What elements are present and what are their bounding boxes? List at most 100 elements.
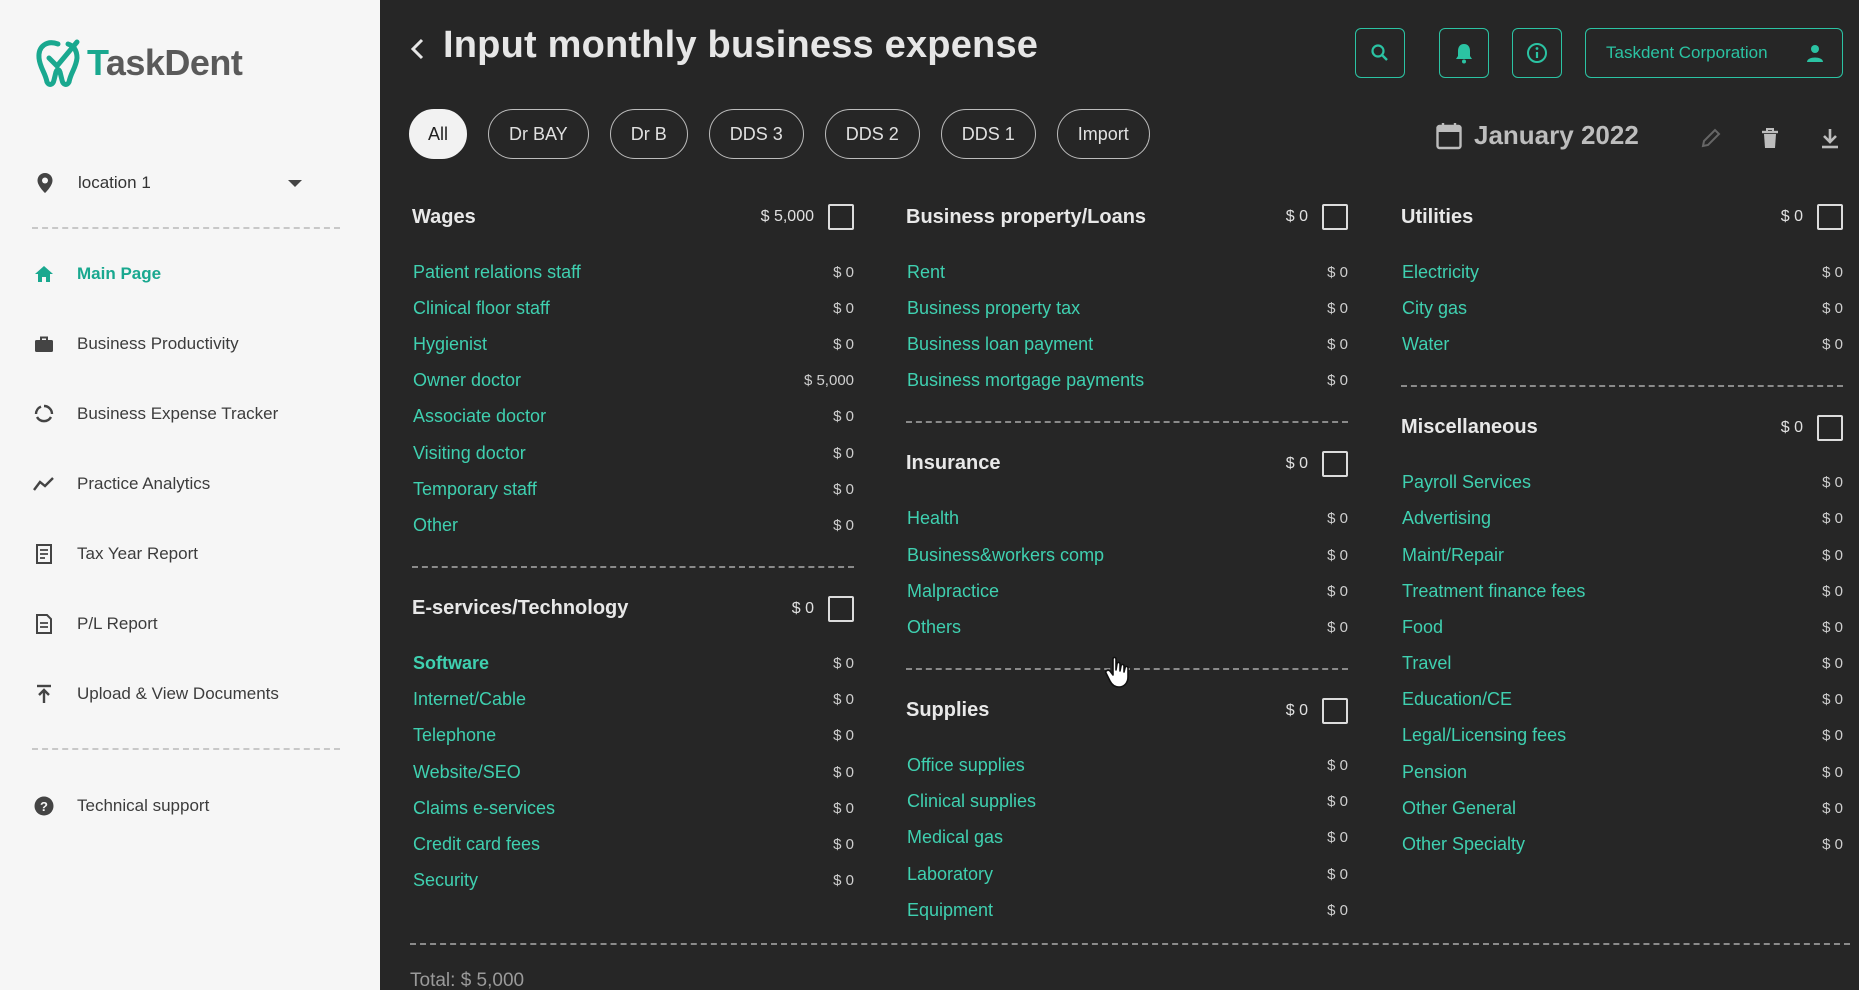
sidebar-item-practice-analytics[interactable]: Practice Analytics (33, 469, 210, 499)
logo-text: TaskDent (87, 42, 243, 84)
expense-row: Security $ 0 (412, 863, 854, 899)
expense-item-link[interactable]: City gas (1402, 298, 1467, 319)
expense-row: Malpractice $ 0 (906, 573, 1348, 609)
expense-item-link[interactable]: Owner doctor (413, 370, 521, 391)
expense-item-link[interactable]: Travel (1402, 653, 1451, 674)
expense-item-link[interactable]: Treatment finance fees (1402, 581, 1585, 602)
sidebar-item-upload-documents[interactable]: Upload & View Documents (33, 679, 279, 709)
expense-item-link[interactable]: Claims e-services (413, 798, 555, 819)
import-button[interactable]: Import (1056, 109, 1150, 159)
sidebar-item-technical-support[interactable]: ? Technical support (33, 791, 209, 821)
expense-item-link[interactable]: Electricity (1402, 262, 1479, 283)
section-checkbox[interactable] (1817, 204, 1843, 230)
sidebar-item-tax-year-report[interactable]: Tax Year Report (33, 539, 198, 569)
expense-value: $ 0 (833, 408, 854, 426)
expense-value: $ 0 (1822, 263, 1843, 281)
expense-item-link[interactable]: Legal/Licensing fees (1402, 725, 1566, 746)
notifications-button[interactable] (1439, 28, 1489, 78)
filter-dds-1[interactable]: DDS 1 (940, 109, 1036, 159)
section-checkbox[interactable] (1322, 204, 1348, 230)
filter-dr-bay[interactable]: Dr BAY (488, 109, 589, 159)
expense-item-link[interactable]: Business&workers comp (907, 545, 1104, 566)
section-checkbox[interactable] (1322, 697, 1348, 724)
expense-item-link[interactable]: Patient relations staff (413, 262, 581, 283)
svg-text:?: ? (40, 799, 48, 814)
expense-item-link[interactable]: Associate doctor (413, 406, 546, 427)
expense-item-link[interactable]: Office supplies (907, 755, 1025, 776)
filter-all[interactable]: All (409, 109, 468, 159)
location-select[interactable]: location 1 (36, 170, 302, 196)
expense-item-link[interactable]: Payroll Services (1402, 472, 1531, 493)
expense-item-link[interactable]: Clinical floor staff (413, 298, 550, 319)
expense-row: Clinical supplies $ 0 (906, 784, 1348, 820)
expense-item-link[interactable]: Others (907, 617, 961, 638)
delete-button[interactable] (1756, 124, 1784, 152)
expense-item-link[interactable]: Health (907, 508, 959, 529)
taskdent-logo[interactable]: TaskDent (33, 38, 243, 88)
section-title: Supplies (906, 699, 990, 721)
download-button[interactable] (1816, 124, 1844, 152)
section-title: E-services/Technology (412, 597, 629, 619)
edit-button[interactable] (1697, 124, 1725, 152)
expense-item-link[interactable]: Laboratory (907, 864, 993, 885)
expense-item-link[interactable]: Visiting doctor (413, 443, 526, 464)
expense-row: Maint/Repair $ 0 (1401, 537, 1843, 573)
expense-row: Education/CE $ 0 (1401, 682, 1843, 718)
section-checkbox[interactable] (1817, 414, 1843, 441)
expense-item-link[interactable]: Maint/Repair (1402, 545, 1504, 566)
expense-item-link[interactable]: Advertising (1402, 508, 1491, 529)
tooth-check-icon (36, 39, 80, 87)
expense-value: $ 0 (1327, 299, 1348, 317)
filter-dr-b[interactable]: Dr B (609, 109, 688, 159)
sidebar-item-business-expense-tracker[interactable]: Business Expense Tracker (33, 399, 278, 429)
expense-item-link[interactable]: Internet/Cable (413, 689, 526, 710)
expense-item-link[interactable]: Software (413, 653, 489, 674)
expense-value: $ 0 (833, 655, 854, 673)
info-button[interactable] (1512, 28, 1562, 78)
expense-item-link[interactable]: Food (1402, 617, 1443, 638)
section-checkbox[interactable] (828, 204, 854, 230)
section-header: Insurance $ 0 (906, 450, 1348, 477)
sidebar-item-business-productivity[interactable]: Business Productivity (33, 329, 239, 359)
expense-item-link[interactable]: Medical gas (907, 827, 1003, 848)
section-amount: $ 0 (1285, 208, 1308, 225)
sidebar-item-pl-report[interactable]: P/L Report (33, 609, 158, 639)
expense-item-link[interactable]: Credit card fees (413, 834, 540, 855)
expense-item-link[interactable]: Clinical supplies (907, 791, 1036, 812)
sidebar-item-main-page[interactable]: Main Page (33, 259, 161, 289)
expense-item-link[interactable]: Business mortgage payments (907, 370, 1144, 391)
section-divider (412, 565, 854, 568)
expense-item-link[interactable]: Business property tax (907, 298, 1080, 319)
expense-item-link[interactable]: Rent (907, 262, 945, 283)
expense-item-link[interactable]: Temporary staff (413, 479, 537, 500)
logo-rest: askDent (105, 42, 243, 83)
expense-item-link[interactable]: Equipment (907, 900, 993, 921)
expense-value: $ 0 (833, 799, 854, 817)
filter-dds-2[interactable]: DDS 2 (824, 109, 920, 159)
expense-item-link[interactable]: Water (1402, 334, 1449, 355)
expense-item-link[interactable]: Telephone (413, 725, 496, 746)
expense-item-link[interactable]: Malpractice (907, 581, 999, 602)
expense-item-link[interactable]: Education/CE (1402, 689, 1512, 710)
filter-dds-3[interactable]: DDS 3 (708, 109, 804, 159)
month-picker[interactable]: January 2022 (1436, 120, 1639, 151)
section-checkbox[interactable] (828, 595, 854, 622)
expense-item-link[interactable]: Business loan payment (907, 334, 1093, 355)
expense-row: Business mortgage payments $ 0 (906, 363, 1348, 399)
doctor-filter-tabs: All Dr BAY Dr B DDS 3 DDS 2 DDS 1 Import (409, 109, 1171, 159)
expense-item-link[interactable]: Pension (1402, 762, 1467, 783)
expense-value: $ 0 (1822, 836, 1843, 854)
section-summary: $ 0 (792, 595, 854, 622)
account-button[interactable]: Taskdent Corporation (1585, 28, 1843, 78)
search-button[interactable] (1355, 28, 1405, 78)
expense-row: Associate doctor $ 0 (412, 399, 854, 435)
section-checkbox[interactable] (1322, 450, 1348, 477)
expense-item-link[interactable]: Other (413, 515, 458, 536)
sidebar-item-label: Business Expense Tracker (77, 404, 279, 423)
expense-item-link[interactable]: Hygienist (413, 334, 487, 355)
expense-item-link[interactable]: Website/SEO (413, 762, 521, 783)
expense-item-link[interactable]: Other General (1402, 798, 1516, 819)
expense-item-link[interactable]: Security (413, 870, 478, 891)
back-arrow-icon[interactable] (406, 34, 430, 64)
expense-item-link[interactable]: Other Specialty (1402, 834, 1525, 855)
